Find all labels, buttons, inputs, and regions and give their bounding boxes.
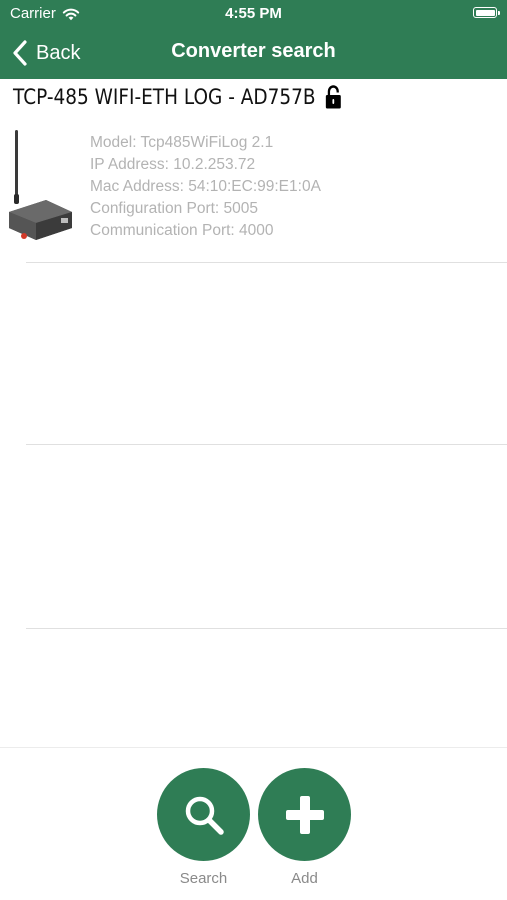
add-button[interactable] — [258, 768, 351, 861]
device-comm-port: Communication Port: 4000 — [90, 222, 274, 239]
status-bar: Carrier 4:55 PM — [0, 0, 507, 28]
device-config-port: Configuration Port: 5005 — [90, 200, 259, 217]
device-header: TCP-485 WIFI-ETH LOG - AD757B — [13, 84, 342, 110]
device-mac-address: Mac Address: 54:10:EC:99:E1:0A — [90, 178, 321, 195]
list-divider — [26, 628, 507, 629]
device-name: TCP-485 WIFI-ETH LOG - AD757B — [13, 85, 316, 109]
device-list-item[interactable]: Model: Tcp485WiFiLog 2.1 IP Address: 10.… — [0, 126, 507, 262]
search-button-label: Search — [179, 870, 228, 887]
header: Carrier 4:55 PM Back Converter search — [0, 0, 507, 79]
plus-icon — [285, 795, 324, 834]
device-ip-address: IP Address: 10.2.253.72 — [90, 156, 256, 173]
lock-icon — [325, 85, 341, 109]
list-divider — [26, 444, 507, 445]
add-button-label: Add — [291, 870, 318, 887]
page-title: Converter search — [171, 40, 336, 62]
clock: 4:55 PM — [225, 5, 282, 22]
screen: Carrier 4:55 PM Back Converter search TC… — [0, 0, 507, 900]
navigation-bar: Back Converter search — [0, 28, 507, 79]
device-model: Model: Tcp485WiFiLog 2.1 — [90, 134, 274, 151]
list-divider — [26, 262, 507, 263]
search-button[interactable] — [157, 768, 250, 861]
search-icon — [185, 796, 224, 835]
toolbar-divider — [0, 747, 507, 748]
battery-icon — [473, 7, 500, 18]
device-details: Model: Tcp485WiFiLog 2.1 IP Address: 10.… — [90, 132, 321, 242]
converter-device-image — [9, 130, 72, 240]
